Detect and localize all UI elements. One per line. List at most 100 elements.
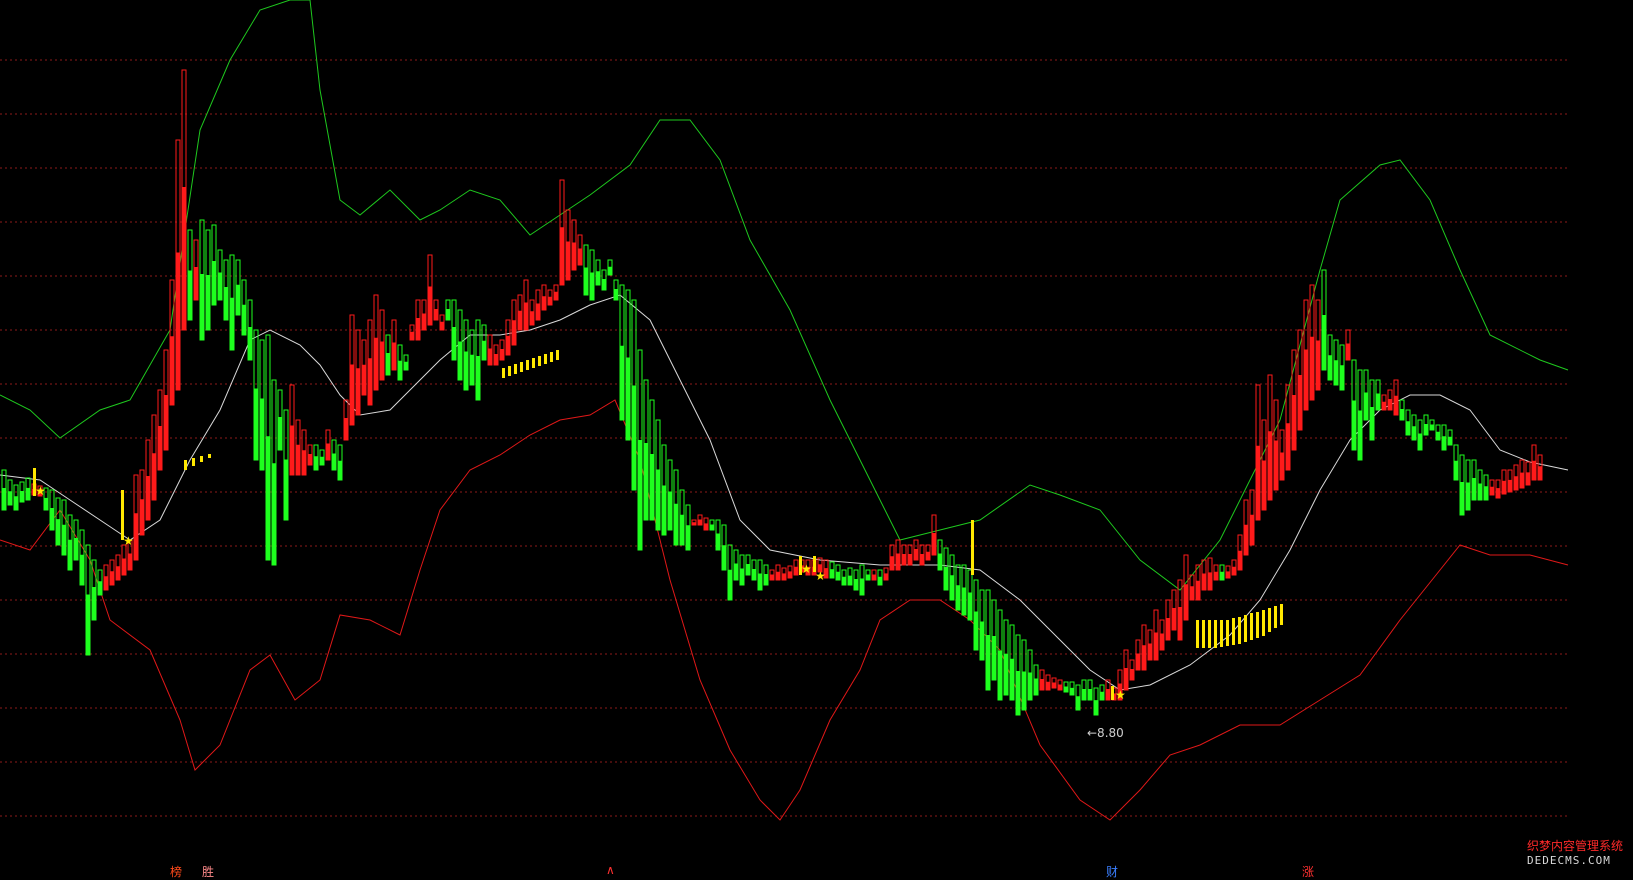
candle-body: [104, 576, 108, 590]
candle-body: [614, 289, 618, 300]
candle-body: [1370, 407, 1374, 440]
candle-body: [608, 266, 612, 275]
candle-body: [1202, 573, 1206, 590]
candle-body: [1250, 514, 1254, 545]
candle-body: [1160, 633, 1164, 650]
candle-body: [836, 571, 840, 580]
candle-body: [1352, 400, 1356, 450]
candle-body: [218, 272, 222, 300]
candle-body: [1058, 684, 1062, 690]
candle-body: [1286, 423, 1290, 470]
candle-body: [1094, 700, 1098, 715]
candle-body: [296, 444, 300, 475]
candle-body: [1424, 424, 1428, 435]
signal-dash: [526, 360, 529, 370]
candle-body: [1502, 480, 1506, 494]
star-icon: ★: [123, 534, 134, 548]
candle-body: [344, 418, 348, 440]
bottom-marker: ∧: [606, 863, 615, 877]
candle-body: [44, 497, 48, 510]
candle-body: [926, 551, 930, 560]
candle-body: [1082, 689, 1086, 700]
candle-body: [506, 335, 510, 355]
candle-body: [650, 454, 654, 520]
signal-dash: [208, 454, 211, 458]
candle-body: [1256, 445, 1260, 520]
star-icon: ★: [1115, 688, 1126, 702]
bottom-marker: 胜: [202, 865, 215, 879]
candle-body: [50, 508, 54, 530]
candle-body: [704, 523, 708, 530]
candle-body: [770, 574, 774, 580]
watermark: 织梦内容管理系统 DEDECMS.COM: [1527, 837, 1623, 867]
candle-body: [236, 284, 240, 315]
candle-body: [944, 566, 948, 590]
watermark-en: DEDECMS.COM: [1526, 854, 1611, 867]
candle-body: [830, 569, 834, 578]
candle-body: [146, 476, 150, 520]
candle-body: [968, 592, 972, 620]
candle-body: [56, 519, 60, 545]
candle-body: [1394, 395, 1398, 415]
candle-body: [794, 566, 798, 575]
signal-dash: [556, 350, 559, 360]
candle-body: [1088, 689, 1092, 700]
candle-body: [1178, 607, 1182, 640]
candle-body: [170, 336, 174, 405]
signal-dash: [550, 352, 553, 362]
candle-body: [1238, 550, 1242, 570]
candle-body: [422, 313, 426, 330]
candle-body: [986, 635, 990, 690]
candle-body: [1190, 586, 1194, 600]
candle-body: [98, 581, 102, 595]
signal-bar: [121, 490, 124, 540]
candle-body: [134, 513, 138, 560]
candle-body: [572, 242, 576, 270]
candle-body: [1046, 681, 1050, 690]
candle-body: [200, 274, 204, 340]
candle-body: [1154, 632, 1158, 660]
candle-body: [872, 574, 876, 580]
signal-dash: [508, 366, 511, 376]
candle-body: [860, 578, 864, 595]
candle-body: [1130, 669, 1134, 680]
candle-body: [1436, 431, 1440, 440]
candle-body: [1508, 479, 1512, 492]
signal-dash: [1226, 620, 1229, 646]
candle-body: [1316, 340, 1320, 390]
signal-bar: [1111, 686, 1114, 700]
candle-body: [278, 417, 282, 450]
candle-body: [1220, 571, 1224, 580]
candle-body: [416, 318, 420, 340]
candle-body: [848, 575, 852, 585]
candle-body: [446, 309, 450, 320]
candle-body: [62, 524, 66, 555]
candle-body: [1334, 360, 1338, 385]
candle-body: [332, 453, 336, 470]
candle-body: [782, 573, 786, 580]
grid-lines: [0, 59, 1568, 817]
candle-body: [1100, 691, 1104, 700]
candle-body: [1166, 618, 1170, 640]
candle-body: [458, 341, 462, 380]
signal-dash: [192, 458, 195, 466]
candle-body: [560, 227, 564, 285]
candle-body: [1028, 672, 1032, 700]
candle-body: [1532, 460, 1536, 480]
signal-dash: [514, 364, 517, 374]
candle-body: [590, 272, 594, 300]
candle-body: [266, 436, 270, 560]
signal-dash: [1238, 617, 1241, 644]
candle-body: [524, 302, 528, 330]
candle-body: [122, 558, 126, 575]
signal-dash: [1208, 620, 1211, 648]
candle-body: [1022, 671, 1026, 710]
candle-body: [1064, 686, 1068, 692]
candle-body: [392, 342, 396, 370]
candle-body: [1310, 336, 1314, 400]
candle-body: [632, 385, 636, 490]
candle-body: [1364, 392, 1368, 420]
candle-body: [1406, 421, 1410, 435]
upper-band-line: [0, 0, 1569, 591]
candle-body: [1484, 486, 1488, 500]
